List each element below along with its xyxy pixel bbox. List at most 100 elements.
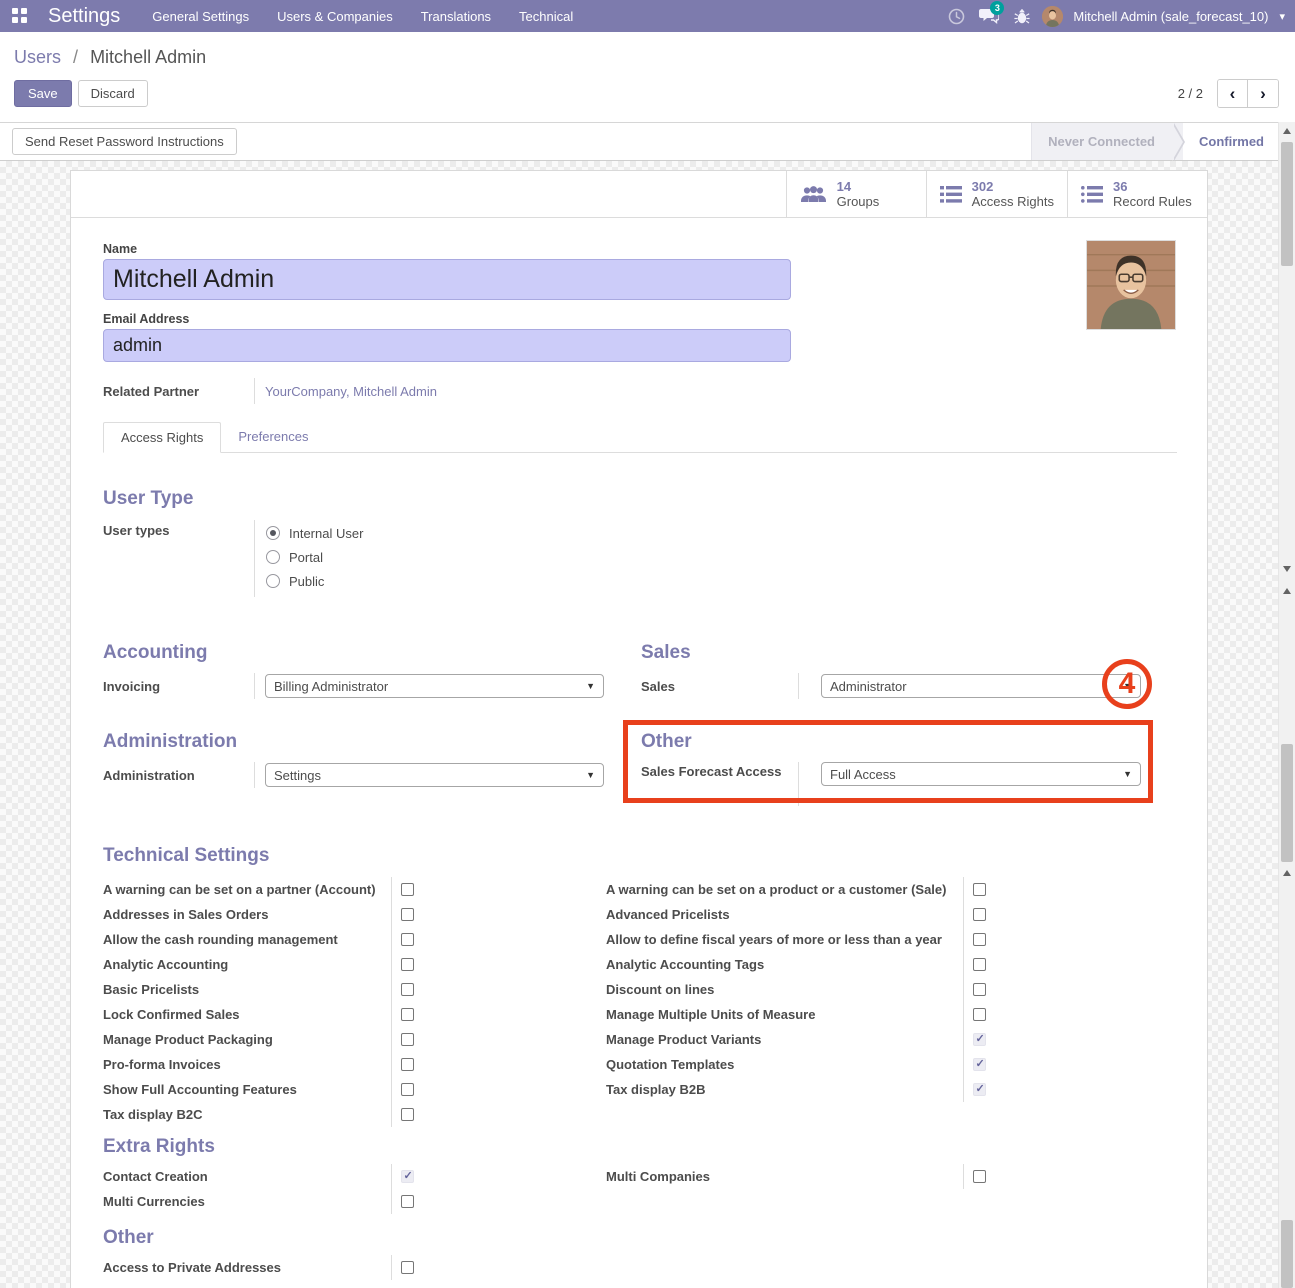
save-button[interactable]: Save bbox=[14, 80, 72, 107]
checkbox[interactable] bbox=[401, 1261, 414, 1274]
checkbox[interactable] bbox=[401, 1195, 414, 1208]
radio-internal-user[interactable]: Internal User bbox=[266, 521, 706, 545]
setting-row: Show Full Accounting Features bbox=[103, 1077, 604, 1102]
pager-next-button[interactable]: › bbox=[1248, 80, 1278, 107]
checkbox[interactable] bbox=[401, 933, 414, 946]
checkbox[interactable] bbox=[401, 1008, 414, 1021]
checkbox[interactable] bbox=[401, 908, 414, 921]
setting-label: Access to Private Addresses bbox=[103, 1260, 391, 1275]
checkbox[interactable] bbox=[401, 1083, 414, 1096]
related-partner-link[interactable]: YourCompany, Mitchell Admin bbox=[265, 384, 437, 399]
breadcrumb: Users / Mitchell Admin bbox=[14, 47, 1279, 68]
menu-translations[interactable]: Translations bbox=[411, 2, 501, 31]
name-label: Name bbox=[103, 242, 1177, 256]
radio-icon[interactable] bbox=[266, 526, 280, 540]
setting-label: Manage Product Variants bbox=[606, 1032, 963, 1047]
scroll-up-icon[interactable] bbox=[1283, 870, 1291, 876]
setting-row: Discount on lines bbox=[606, 977, 1141, 1002]
scroll-up-icon[interactable] bbox=[1283, 128, 1291, 134]
checkbox[interactable] bbox=[973, 933, 986, 946]
other-heading: Other bbox=[641, 730, 1141, 753]
checkbox[interactable] bbox=[401, 1170, 414, 1183]
breadcrumb-users-link[interactable]: Users bbox=[14, 47, 61, 67]
selected-value: Billing Administrator bbox=[274, 679, 388, 694]
setting-label: A warning can be set on a product or a c… bbox=[606, 882, 963, 897]
radio-icon[interactable] bbox=[266, 550, 280, 564]
setting-label: Show Full Accounting Features bbox=[103, 1082, 391, 1097]
tab-access-rights[interactable]: Access Rights bbox=[103, 422, 221, 453]
checkbox[interactable] bbox=[973, 1008, 986, 1021]
checkbox[interactable] bbox=[973, 1033, 986, 1046]
stat-button-groups[interactable]: 14Groups bbox=[786, 171, 926, 217]
scrollbar-thumb[interactable] bbox=[1281, 1220, 1293, 1288]
stat-button-record-rules[interactable]: 36Record Rules bbox=[1067, 171, 1207, 217]
apps-menu-icon[interactable] bbox=[12, 8, 28, 24]
setting-row: Allow to define fiscal years of more or … bbox=[606, 927, 1141, 952]
setting-label: Pro-forma Invoices bbox=[103, 1057, 391, 1072]
stat-label: Access Rights bbox=[972, 194, 1054, 209]
stat-button-access-rights[interactable]: 302Access Rights bbox=[926, 171, 1067, 217]
discard-button[interactable]: Discard bbox=[78, 80, 148, 107]
sales-forecast-access-select[interactable]: Full Access▼ bbox=[821, 762, 1141, 786]
status-label: Confirmed bbox=[1199, 134, 1264, 149]
scrollbar-thumb[interactable] bbox=[1281, 744, 1293, 862]
email-field[interactable] bbox=[103, 329, 791, 362]
administration-select[interactable]: Settings▼ bbox=[265, 763, 604, 787]
user-avatar[interactable] bbox=[1042, 6, 1063, 27]
send-reset-password-button[interactable]: Send Reset Password Instructions bbox=[12, 128, 237, 155]
user-photo[interactable] bbox=[1086, 240, 1176, 330]
radio-label: Public bbox=[289, 574, 324, 589]
invoicing-label: Invoicing bbox=[103, 679, 254, 694]
button-row: Save Discard 2 / 2 ‹ › bbox=[14, 79, 1279, 108]
radio-portal[interactable]: Portal bbox=[266, 545, 706, 569]
administration-label: Administration bbox=[103, 768, 254, 783]
setting-label: Allow to define fiscal years of more or … bbox=[606, 932, 963, 947]
checkbox[interactable] bbox=[973, 908, 986, 921]
radio-icon[interactable] bbox=[266, 574, 280, 588]
vertical-scrollbar bbox=[1278, 122, 1295, 1288]
pager-count: 2 / 2 bbox=[1178, 86, 1203, 101]
sales-select[interactable]: Administrator▼ bbox=[821, 674, 1141, 698]
checkbox[interactable] bbox=[401, 1058, 414, 1071]
checkbox[interactable] bbox=[401, 883, 414, 896]
menu-users-companies[interactable]: Users & Companies bbox=[267, 2, 403, 31]
status-never-connected[interactable]: Never Connected bbox=[1032, 123, 1171, 160]
radio-public[interactable]: Public bbox=[266, 569, 706, 593]
scrollbar-thumb[interactable] bbox=[1281, 142, 1293, 266]
scroll-up-icon[interactable] bbox=[1283, 588, 1291, 594]
user-menu[interactable]: Mitchell Admin (sale_forecast_10) bbox=[1073, 9, 1268, 24]
pager-previous-button[interactable]: ‹ bbox=[1218, 80, 1248, 107]
checkbox[interactable] bbox=[401, 983, 414, 996]
checkbox[interactable] bbox=[973, 958, 986, 971]
tab-preferences[interactable]: Preferences bbox=[221, 422, 325, 452]
setting-row: Multi Currencies bbox=[103, 1189, 604, 1214]
menu-general-settings[interactable]: General Settings bbox=[142, 2, 259, 31]
sales-heading: Sales bbox=[641, 641, 1141, 664]
user-type-section: User Type User types Internal User Porta… bbox=[103, 487, 1177, 597]
radio-label: Internal User bbox=[289, 526, 363, 541]
notebook-tabs: Access Rights Preferences bbox=[103, 422, 1177, 453]
invoicing-select[interactable]: Billing Administrator▼ bbox=[265, 674, 604, 698]
status-confirmed[interactable]: Confirmed bbox=[1183, 123, 1278, 160]
scroll-down-icon[interactable] bbox=[1283, 566, 1291, 572]
app-name[interactable]: Settings bbox=[48, 5, 120, 28]
setting-row: Basic Pricelists bbox=[103, 977, 604, 1002]
checkbox[interactable] bbox=[973, 1083, 986, 1096]
checkbox[interactable] bbox=[973, 883, 986, 896]
checkbox[interactable] bbox=[973, 1058, 986, 1071]
activities-clock-icon[interactable] bbox=[943, 5, 969, 27]
checkbox[interactable] bbox=[973, 983, 986, 996]
name-field[interactable] bbox=[103, 259, 791, 300]
messages-icon[interactable]: 3 bbox=[976, 5, 1002, 27]
form-statusbar: Send Reset Password Instructions Never C… bbox=[0, 122, 1278, 161]
checkbox[interactable] bbox=[401, 958, 414, 971]
debug-bug-icon[interactable] bbox=[1009, 5, 1035, 27]
administration-other-groups: Administration Administration Settings▼ … bbox=[103, 730, 1177, 806]
setting-row: Manage Multiple Units of Measure bbox=[606, 1002, 1141, 1027]
setting-row: Lock Confirmed Sales bbox=[103, 1002, 604, 1027]
setting-row: Pro-forma Invoices bbox=[103, 1052, 604, 1077]
checkbox[interactable] bbox=[401, 1033, 414, 1046]
menu-technical[interactable]: Technical bbox=[509, 2, 583, 31]
checkbox[interactable] bbox=[973, 1170, 986, 1183]
checkbox[interactable] bbox=[401, 1108, 414, 1121]
